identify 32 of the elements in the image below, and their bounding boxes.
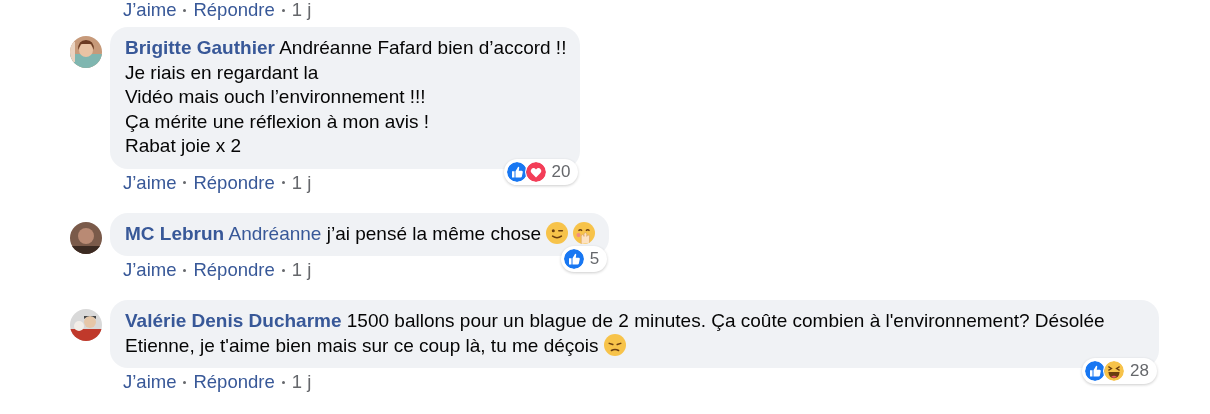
reply-link[interactable]: Répondre [193, 260, 275, 280]
reply-link[interactable]: Répondre [193, 372, 275, 392]
like-link[interactable]: J’aime [123, 372, 177, 392]
author-name[interactable]: MC Lebrun [125, 222, 225, 244]
reaction-count: 20 [551, 160, 571, 183]
like-link[interactable]: J’aime [123, 260, 177, 280]
sad-face-icon [603, 333, 626, 356]
comment-text: Valérie Denis Ducharme 1500 ballons pour un blague de 2 minutes. Ça coûte combien à l'environnement? Désolée Etienne, je t'aime bien mais sur ce coup là, tu me déçois [125, 309, 1106, 358]
mention-link[interactable]: Andréanne [228, 222, 322, 244]
reactions-pill[interactable]: 5 [560, 246, 608, 272]
reply-link[interactable]: Répondre [193, 0, 275, 20]
like-link[interactable]: J’aime [123, 0, 177, 20]
reaction-count: 5 [589, 248, 600, 270]
author-name[interactable]: Valérie Denis Ducharme [125, 310, 342, 331]
author-name[interactable]: Brigitte Gauthier [125, 37, 275, 58]
thumbs-up-icon [562, 248, 585, 270]
timestamp: 1 j [291, 0, 312, 20]
reaction-count: 28 [1130, 360, 1149, 382]
thumbs-up-icon [505, 160, 528, 183]
timestamp: 1 j [291, 372, 312, 392]
timestamp: 1 j [291, 172, 312, 193]
like-link[interactable]: J’aime [123, 172, 177, 193]
timestamp: 1 j [291, 260, 312, 280]
reply-link[interactable]: Répondre [193, 172, 275, 193]
face-with-hand-icon [573, 221, 596, 244]
reactions-pill[interactable]: 20 [503, 158, 579, 185]
comment-text: Brigitte Gauthier Andréanne Fafard bien d’accord !! Je riais en regardant la Vidéo mais ouch l’environnement !!! Ça mérite une réflexion à mon avis ! Rabat joie x 2 [125, 36, 567, 158]
heart-icon [524, 160, 547, 183]
reactions-pill[interactable]: 28 [1082, 358, 1157, 384]
winking-face-icon [546, 221, 569, 244]
laughing-face-icon [1103, 360, 1126, 382]
comment-text: MC Lebrun Andréanne j’ai pensé la même chose [125, 221, 596, 246]
